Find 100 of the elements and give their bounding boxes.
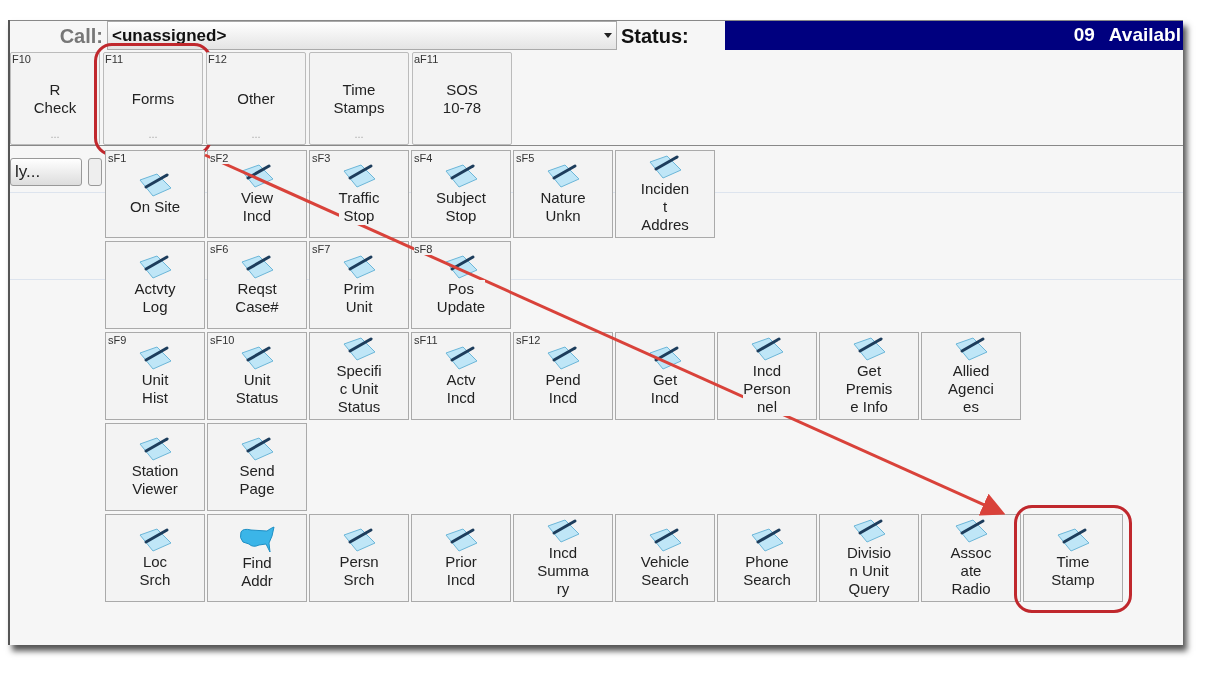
hotkey-label: sF12	[516, 335, 541, 346]
action-tile-button[interactable]: Assoc ate Radio	[921, 514, 1021, 602]
partial-button[interactable]	[88, 158, 102, 186]
action-tile-button[interactable]: sF9 Unit Hist	[105, 332, 205, 420]
notepad-pen-icon	[239, 254, 275, 280]
action-tile-button[interactable]: sF12 Pend Incd	[513, 332, 613, 420]
action-tile-button[interactable]: Get Premis e Info	[819, 332, 919, 420]
notepad-pen-icon	[341, 336, 377, 362]
notepad-pen-icon	[137, 172, 173, 198]
notepad-pen-icon	[647, 345, 683, 371]
more-marker: ...	[251, 129, 261, 140]
notepad-pen-icon	[851, 336, 887, 362]
notepad-pen-icon	[341, 254, 377, 280]
notepad-pen-icon	[341, 163, 377, 189]
notepad-pen-icon	[545, 345, 581, 371]
action-tile-button[interactable]: Find Addr	[207, 514, 307, 602]
hotkey-label: sF1	[108, 153, 127, 164]
button-label: Incd Person nel	[743, 362, 791, 416]
hotkey-label: F12	[208, 54, 227, 65]
action-tile-button[interactable]: sF6 Reqst Case#	[207, 241, 307, 329]
button-label: Pos Update	[436, 280, 486, 316]
more-marker: ...	[50, 129, 60, 140]
notepad-pen-icon	[545, 163, 581, 189]
action-tile-button[interactable]: Time Stamp	[1023, 514, 1123, 602]
action-tile-button[interactable]: sF4 Subject Stop	[411, 150, 511, 238]
notepad-pen-icon	[953, 518, 989, 544]
hotkey-label: aF11	[414, 54, 439, 65]
hotkey-label: F11	[105, 54, 124, 65]
action-tile-button[interactable]: Vehicle Search	[615, 514, 715, 602]
notepad-pen-icon	[137, 345, 173, 371]
action-tile-button[interactable]: sF2 View Incd	[207, 150, 307, 238]
action-tile-button[interactable]: Phone Search	[717, 514, 817, 602]
function-key-button[interactable]: Time Stamps ...	[309, 52, 409, 145]
action-tile-button[interactable]: Prior Incd	[411, 514, 511, 602]
status-label: Status:	[620, 24, 690, 49]
hotkey-label: sF2	[210, 153, 229, 164]
action-tile-button[interactable]: Incd Person nel	[717, 332, 817, 420]
notepad-pen-icon	[953, 336, 989, 362]
action-tile-button[interactable]: Specifi c Unit Status	[309, 332, 409, 420]
hotkey-label: sF6	[210, 244, 229, 255]
dropdown-value: <unassigned>	[112, 24, 227, 47]
hotkey-label: F10	[12, 54, 31, 65]
action-tile-button[interactable]: Persn Srch	[309, 514, 409, 602]
function-key-button[interactable]: F12 Other ...	[206, 52, 306, 145]
hotkey-label: sF5	[516, 153, 535, 164]
action-tile-button[interactable]: Get Incd	[615, 332, 715, 420]
action-tile-button[interactable]: Inciden t Addres	[615, 150, 715, 238]
hotkey-label: sF4	[414, 153, 433, 164]
notepad-pen-icon	[443, 345, 479, 371]
notepad-pen-icon	[341, 527, 377, 553]
more-marker: ...	[354, 129, 364, 140]
action-tile-button[interactable]: Allied Agenci es	[921, 332, 1021, 420]
notepad-pen-icon	[443, 527, 479, 553]
button-label: Subject Stop	[435, 189, 486, 225]
call-dropdown[interactable]: <unassigned>	[107, 21, 617, 50]
caret-icon	[604, 33, 612, 38]
action-tile-button[interactable]: sF11 Actv Incd	[411, 332, 511, 420]
function-key-button[interactable]: F11 Forms ...	[103, 52, 203, 145]
call-label: Call:	[58, 24, 104, 49]
action-tile-button[interactable]: sF10 Unit Status	[207, 332, 307, 420]
notepad-pen-icon	[443, 163, 479, 189]
action-tile-button[interactable]: sF5 Nature Unkn	[513, 150, 613, 238]
action-tile-button[interactable]: Send Page	[207, 423, 307, 511]
side-button[interactable]: ly...	[10, 158, 82, 186]
action-tile-button[interactable]: sF3 Traffic Stop	[309, 150, 409, 238]
notepad-pen-icon	[749, 527, 785, 553]
action-tile-button[interactable]: Station Viewer	[105, 423, 205, 511]
hotkey-label: sF8	[414, 244, 433, 255]
status-code: 09	[1073, 23, 1095, 48]
notepad-pen-icon	[851, 518, 887, 544]
hotkey-label: sF9	[108, 335, 127, 346]
action-tile-button[interactable]: sF1 On Site	[105, 150, 205, 238]
map-icon	[239, 526, 275, 554]
action-tile-button[interactable]: sF7 Prim Unit	[309, 241, 409, 329]
button-label: Send Page	[239, 462, 275, 498]
button-label: Traffic Stop	[338, 189, 380, 225]
action-tile-button[interactable]: Incd Summa ry	[513, 514, 613, 602]
button-label: Time Stamp	[1051, 553, 1095, 589]
function-key-button[interactable]: aF11 SOS 10-78	[412, 52, 512, 145]
notepad-pen-icon	[137, 254, 173, 280]
button-label: Divisio n Unit Query	[846, 544, 892, 598]
action-tile-button[interactable]: Loc Srch	[105, 514, 205, 602]
notepad-pen-icon	[239, 436, 275, 462]
notepad-pen-icon	[647, 527, 683, 553]
function-key-button[interactable]: F10 R Check ...	[10, 52, 100, 145]
button-label: Incd Summa ry	[537, 544, 589, 598]
notepad-pen-icon	[137, 527, 173, 553]
notepad-pen-icon	[239, 345, 275, 371]
action-tile-button[interactable]: Actvty Log	[105, 241, 205, 329]
hotkey-label: sF11	[414, 335, 438, 346]
more-marker: ...	[148, 129, 158, 140]
notepad-pen-icon	[1055, 527, 1091, 553]
notepad-pen-icon	[545, 518, 581, 544]
notepad-pen-icon	[647, 154, 683, 180]
hotkey-label: sF7	[312, 244, 331, 255]
action-tile-button[interactable]: Divisio n Unit Query	[819, 514, 919, 602]
notepad-pen-icon	[137, 436, 173, 462]
hotkey-label: sF3	[312, 153, 331, 164]
status-text: Availabl	[1108, 23, 1181, 48]
action-tile-button[interactable]: sF8 Pos Update	[411, 241, 511, 329]
